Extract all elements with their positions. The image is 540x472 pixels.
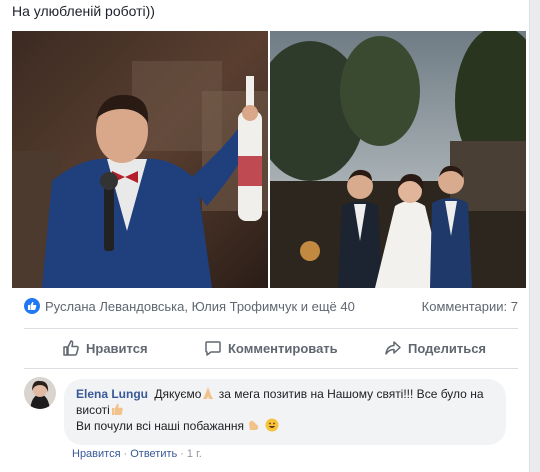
photo-grid — [12, 31, 526, 288]
comment-button-label: Комментировать — [228, 340, 338, 356]
grinning-face-emoji-icon — [265, 418, 279, 432]
like-button[interactable]: Нравится — [62, 330, 148, 366]
comment-author[interactable]: Elena Lungu — [76, 387, 148, 401]
comment-meta: Нравится · Ответить · 1 г. — [72, 448, 202, 460]
divider — [24, 328, 518, 329]
avatar[interactable] — [24, 377, 56, 409]
divider — [24, 368, 518, 369]
post-actions: Нравится Комментировать Поделиться — [12, 330, 518, 366]
share-icon — [385, 341, 401, 355]
comment-bubble: Elena Lungu Дякуємо за мега позитив на Н… — [64, 379, 506, 445]
post-text: На улюбленій роботі)) — [12, 3, 155, 19]
share-button-label: Поделиться — [408, 340, 487, 356]
comment-timestamp[interactable]: 1 г. — [187, 448, 202, 460]
reactors-link[interactable]: Руслана Левандовська, Юлия Трофимчук и е… — [45, 299, 355, 314]
comment-button[interactable]: Комментировать — [204, 330, 338, 366]
like-reaction-icon — [24, 298, 40, 314]
share-button[interactable]: Поделиться — [384, 330, 486, 366]
photo-host-with-microphone[interactable] — [12, 31, 268, 288]
comment-reply-link[interactable]: Ответить — [130, 448, 177, 460]
comment-text-part1: Дякуємо — [154, 387, 202, 401]
photo-wedding-couple[interactable] — [270, 31, 526, 288]
post-card: На улюбленій роботі)) Руслана Левандовсь… — [0, 0, 530, 472]
reactions-bar: Руслана Левандовська, Юлия Трофимчук и е… — [12, 296, 518, 318]
thumbs-up-emoji-icon — [110, 402, 124, 416]
praying-hands-emoji-icon — [201, 386, 215, 400]
comment-text-line2: Ви почули всі наші побажання — [76, 419, 245, 433]
like-button-label: Нравится — [86, 340, 148, 356]
clapping-hands-emoji-icon — [247, 418, 261, 432]
comment-like-link[interactable]: Нравится — [72, 448, 121, 460]
comments-count-link[interactable]: Комментарии: 7 — [422, 299, 518, 314]
comment-icon — [205, 341, 221, 356]
thumbs-up-icon — [63, 340, 79, 356]
